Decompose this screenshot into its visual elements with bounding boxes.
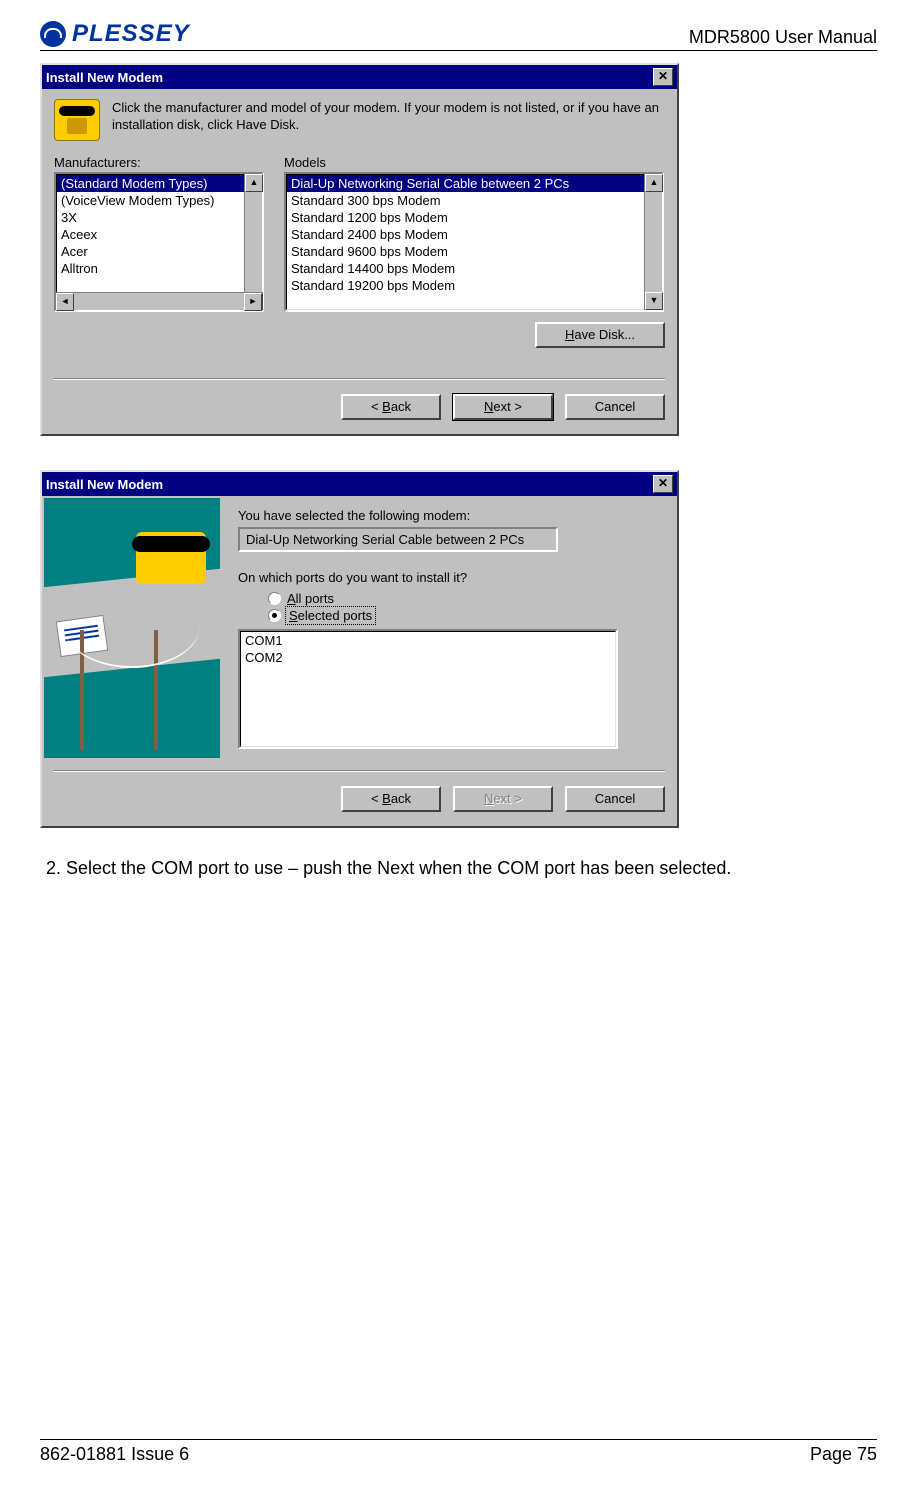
selected-modem-value: Dial-Up Networking Serial Cable between …: [238, 527, 558, 552]
titlebar[interactable]: Install New Modem ✕: [42, 472, 677, 496]
ports-question: On which ports do you want to install it…: [238, 570, 675, 585]
wizard-buttons: < Back Next > Cancel: [54, 394, 665, 420]
scroll-left-icon[interactable]: ◄: [56, 293, 74, 311]
selected-modem-label: You have selected the following modem:: [238, 508, 675, 523]
page-number: Page 75: [810, 1444, 877, 1465]
manual-title: MDR5800 User Manual: [689, 27, 877, 48]
list-item[interactable]: 3X: [57, 209, 244, 226]
list-item[interactable]: Standard 2400 bps Modem: [287, 226, 644, 243]
list-item[interactable]: Standard 300 bps Modem: [287, 192, 644, 209]
have-disk-button[interactable]: Have Disk...: [535, 322, 665, 348]
next-button[interactable]: Next >: [453, 786, 553, 812]
back-button[interactable]: < Back: [341, 786, 441, 812]
next-button[interactable]: Next >: [453, 394, 553, 420]
list-item[interactable]: Dial-Up Networking Serial Cable between …: [287, 175, 644, 192]
list-item[interactable]: Standard 14400 bps Modem: [287, 260, 644, 277]
manufacturers-label: Manufacturers:: [54, 155, 264, 170]
instruction-text: Click the manufacturer and model of your…: [112, 99, 665, 133]
titlebar[interactable]: Install New Modem ✕: [42, 65, 677, 89]
list-item[interactable]: Alltron: [57, 260, 244, 277]
models-listbox[interactable]: Dial-Up Networking Serial Cable between …: [284, 172, 664, 312]
scroll-right-icon[interactable]: ►: [244, 293, 262, 311]
all-ports-radio[interactable]: All ports: [268, 591, 675, 606]
install-modem-dialog-1: Install New Modem ✕ Click the manufactur…: [40, 63, 679, 436]
step-2-text: 2. Select the COM port to use – push the…: [40, 858, 877, 879]
page-header: PLESSEY MDR5800 User Manual: [40, 20, 877, 51]
list-item[interactable]: Aceex: [57, 226, 244, 243]
right-pane: You have selected the following modem: D…: [220, 498, 675, 758]
dialog-body: Click the manufacturer and model of your…: [42, 89, 677, 434]
window-title: Install New Modem: [46, 477, 163, 492]
list-item[interactable]: COM1: [241, 632, 615, 649]
install-modem-dialog-2: Install New Modem ✕ You have selected th…: [40, 470, 679, 828]
list-item[interactable]: Acer: [57, 243, 244, 260]
wizard-art-icon: [44, 498, 220, 758]
list-item[interactable]: COM2: [241, 649, 615, 666]
manual-page: PLESSEY MDR5800 User Manual Install New …: [0, 0, 917, 1495]
scroll-up-icon[interactable]: ▲: [645, 174, 663, 192]
radio-icon: [268, 609, 281, 622]
close-button[interactable]: ✕: [653, 475, 673, 493]
page-footer: 862-01881 Issue 6 Page 75: [40, 1439, 877, 1465]
list-item[interactable]: Standard 19200 bps Modem: [287, 277, 644, 294]
models-label: Models: [284, 155, 664, 170]
scroll-up-icon[interactable]: ▲: [245, 174, 263, 192]
list-item[interactable]: (VoiceView Modem Types): [57, 192, 244, 209]
close-button[interactable]: ✕: [653, 68, 673, 86]
list-item[interactable]: Standard 9600 bps Modem: [287, 243, 644, 260]
logo: PLESSEY: [40, 20, 190, 48]
separator: [54, 770, 665, 772]
logo-text: PLESSEY: [72, 20, 190, 48]
doc-id: 862-01881 Issue 6: [40, 1444, 189, 1465]
wizard-buttons: < Back Next > Cancel: [54, 786, 665, 812]
list-item[interactable]: Standard 1200 bps Modem: [287, 209, 644, 226]
scrollbar-vertical[interactable]: ▲ ▼: [244, 174, 262, 310]
close-icon: ✕: [658, 69, 668, 83]
window-title: Install New Modem: [46, 70, 163, 85]
cancel-button[interactable]: Cancel: [565, 394, 665, 420]
back-button[interactable]: < Back: [341, 394, 441, 420]
telephone-icon: [54, 99, 100, 141]
ports-listbox[interactable]: COM1 COM2: [238, 629, 618, 749]
selection-columns: Manufacturers: (Standard Modem Types) (V…: [54, 155, 665, 312]
close-icon: ✕: [658, 476, 668, 490]
selected-ports-radio[interactable]: Selected ports: [268, 608, 675, 623]
models-column: Models Dial-Up Networking Serial Cable b…: [284, 155, 664, 312]
scrollbar-horizontal[interactable]: ◄ ►: [56, 292, 262, 310]
scrollbar-vertical[interactable]: ▲ ▼: [644, 174, 662, 310]
instruction-row: Click the manufacturer and model of your…: [54, 99, 665, 141]
manufacturers-listbox[interactable]: (Standard Modem Types) (VoiceView Modem …: [54, 172, 264, 312]
cancel-button[interactable]: Cancel: [565, 786, 665, 812]
separator: [54, 378, 665, 380]
logo-icon: [40, 21, 66, 47]
scroll-down-icon[interactable]: ▼: [645, 292, 663, 310]
radio-icon: [268, 592, 281, 605]
dialog-body: You have selected the following modem: D…: [42, 496, 677, 760]
manufacturers-column: Manufacturers: (Standard Modem Types) (V…: [54, 155, 264, 312]
list-item[interactable]: (Standard Modem Types): [57, 175, 244, 192]
